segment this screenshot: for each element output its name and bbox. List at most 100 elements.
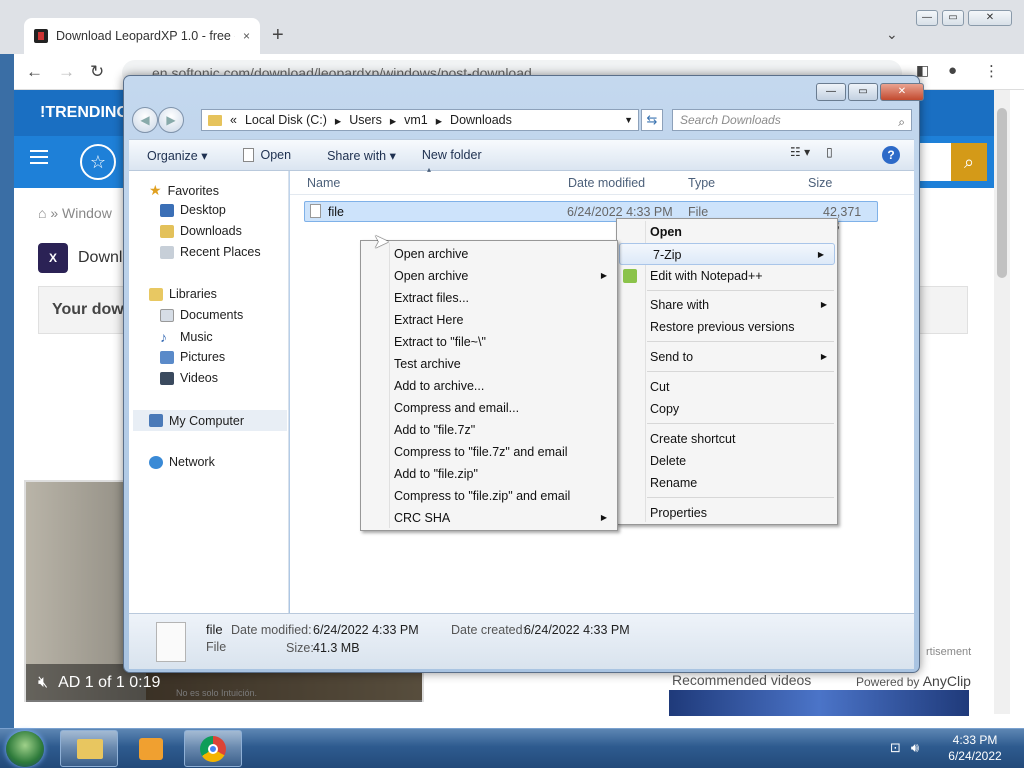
zip-compress-email[interactable]: Compress and email... (361, 397, 617, 419)
crumb-separator-icon[interactable]: ▸ (390, 113, 396, 128)
explorer-maximize-button[interactable]: ▭ (848, 83, 878, 101)
crumb-separator-icon[interactable]: ▸ (436, 113, 442, 128)
explorer-search-input[interactable]: Search Downloads ⌕ (672, 109, 912, 131)
crumb-local-disk[interactable]: Local Disk (C:) (245, 113, 327, 127)
share-with-button[interactable]: Share with ▾ (317, 148, 406, 163)
taskbar-media-player[interactable] (122, 730, 180, 767)
menu-7zip[interactable]: 7-Zip ▶ (619, 243, 835, 265)
taskbar-chrome[interactable] (184, 730, 242, 767)
browser-minimize-button[interactable]: — (916, 10, 938, 26)
menu-rename[interactable]: Rename (617, 472, 837, 494)
menu-notepadpp[interactable]: Edit with Notepad++ (617, 265, 837, 287)
address-prefix[interactable]: « (230, 113, 237, 127)
address-dropdown-icon[interactable]: ▼ (624, 115, 633, 125)
zip-crc-sha[interactable]: CRC SHA ▶ (361, 507, 617, 529)
menu-separator (647, 423, 834, 424)
zip-add-zip[interactable]: Add to "file.zip" (361, 463, 617, 485)
crumb-vm1[interactable]: vm1 (404, 113, 428, 127)
reload-button[interactable]: ↻ (90, 62, 104, 82)
new-tab-button[interactable]: + (272, 24, 284, 47)
hamburger-menu-icon[interactable] (30, 150, 48, 164)
file-icon (310, 204, 321, 218)
organize-button[interactable]: Organize ▾ (129, 148, 217, 163)
taskbar-clock[interactable]: 4:33 PM 6/24/2022 (940, 732, 1010, 764)
volume-icon[interactable]: 🔊︎ (911, 740, 919, 756)
menu-properties[interactable]: Properties (617, 502, 837, 524)
new-folder-button[interactable]: New folder (412, 148, 492, 162)
explorer-back-button[interactable]: ◀ (132, 107, 158, 133)
page-scrollbar[interactable] (994, 90, 1010, 714)
nav-videos[interactable]: Videos (160, 371, 218, 385)
help-icon[interactable]: ? (882, 146, 900, 164)
powered-by-text: Powered by (856, 675, 920, 689)
tab-title: Download LeopardXP 1.0 - free - (56, 29, 235, 43)
nav-music[interactable]: ♪ Music (160, 329, 213, 345)
column-type[interactable]: Type (688, 176, 715, 190)
recommended-video-thumbnail[interactable] (669, 690, 969, 716)
menu-restore[interactable]: Restore previous versions (617, 316, 837, 338)
menu-share-with[interactable]: Share with ▶ (617, 294, 837, 316)
browser-maximize-button[interactable]: ▭ (942, 10, 964, 26)
explorer-forward-button[interactable]: ▶ (158, 107, 184, 133)
nav-documents[interactable]: Documents (160, 308, 243, 322)
chrome-menu-icon[interactable]: ⋮ (984, 62, 999, 80)
network-tray-icon[interactable]: ⊡ (890, 740, 901, 756)
nav-libraries[interactable]: Libraries (149, 287, 217, 301)
column-name[interactable]: Name (307, 176, 340, 190)
zip-add-7z[interactable]: Add to "file.7z" (361, 419, 617, 441)
search-icon[interactable]: ⌕ (898, 112, 905, 132)
menu-copy[interactable]: Copy (617, 398, 837, 420)
explorer-refresh-button[interactable]: ⇆ (641, 109, 663, 131)
profile-avatar-icon[interactable]: ● (948, 62, 957, 79)
crumb-users[interactable]: Users (349, 113, 382, 127)
zip-open-archive[interactable]: Open archive (361, 243, 617, 265)
start-button[interactable] (6, 731, 44, 767)
forward-button[interactable]: → (58, 62, 75, 82)
zip-extract-here[interactable]: Extract Here (361, 309, 617, 331)
menu-create-shortcut[interactable]: Create shortcut (617, 428, 837, 450)
browser-tab[interactable]: Download LeopardXP 1.0 - free - × (24, 18, 260, 54)
open-button[interactable]: Open (233, 148, 301, 162)
change-view-icon[interactable]: ☷ ▾ (790, 145, 810, 159)
nav-favorites[interactable]: ★ Favorites (149, 182, 219, 199)
zip-test-archive[interactable]: Test archive (361, 353, 617, 375)
explorer-minimize-button[interactable]: — (816, 83, 846, 101)
zip-compress-7z-email[interactable]: Compress to "file.7z" and email (361, 441, 617, 463)
explorer-address-bar[interactable]: « Local Disk (C:) ▸ Users ▸ vm1 ▸ Downlo… (201, 109, 639, 131)
menu-send-to[interactable]: Send to ▶ (617, 346, 837, 368)
softonic-logo-icon[interactable]: ☆ (80, 144, 116, 180)
menu-open[interactable]: Open (617, 221, 837, 243)
explorer-close-button[interactable]: ✕ (880, 83, 924, 101)
column-date[interactable]: Date modified (568, 176, 645, 190)
taskbar-explorer[interactable] (60, 730, 118, 767)
nav-pictures[interactable]: Pictures (160, 350, 225, 364)
tab-close-icon[interactable]: × (243, 29, 250, 43)
preview-pane-icon[interactable]: ▯ (826, 145, 833, 159)
nav-network[interactable]: Network (149, 455, 215, 469)
nav-desktop[interactable]: Desktop (160, 203, 226, 217)
crumb-separator-icon[interactable]: ▸ (335, 113, 341, 128)
menu-cut[interactable]: Cut (617, 376, 837, 398)
nav-downloads[interactable]: Downloads (160, 224, 242, 238)
site-search-input[interactable] (918, 143, 952, 181)
back-button[interactable]: ← (26, 62, 43, 82)
scrollbar-thumb[interactable] (997, 108, 1007, 278)
home-icon[interactable]: ⌂ (38, 205, 46, 221)
crumb-downloads[interactable]: Downloads (450, 113, 512, 127)
zip-extract-files[interactable]: Extract files... (361, 287, 617, 309)
breadcrumb-windows[interactable]: » Window (50, 205, 111, 221)
nav-computer[interactable]: My Computer (133, 410, 287, 431)
menu-delete[interactable]: Delete (617, 450, 837, 472)
zip-compress-zip-email[interactable]: Compress to "file.zip" and email (361, 485, 617, 507)
zip-add-to-archive[interactable]: Add to archive... (361, 375, 617, 397)
anyclip-brand[interactable]: AnyClip (923, 673, 971, 689)
zip-open-archive-submenu[interactable]: Open archive ▶ (361, 265, 617, 287)
browser-close-button[interactable]: ✕ (968, 10, 1012, 26)
site-search-button[interactable]: ⌕ (951, 143, 987, 181)
details-created-label: Date created: (451, 623, 527, 637)
nav-recent[interactable]: Recent Places (160, 245, 261, 259)
column-size[interactable]: Size (808, 176, 832, 190)
tab-search-chevron-icon[interactable]: ⌄ (886, 26, 898, 43)
zip-extract-to[interactable]: Extract to "file~\" (361, 331, 617, 353)
mute-icon[interactable]: 🔇︎ (38, 674, 48, 692)
